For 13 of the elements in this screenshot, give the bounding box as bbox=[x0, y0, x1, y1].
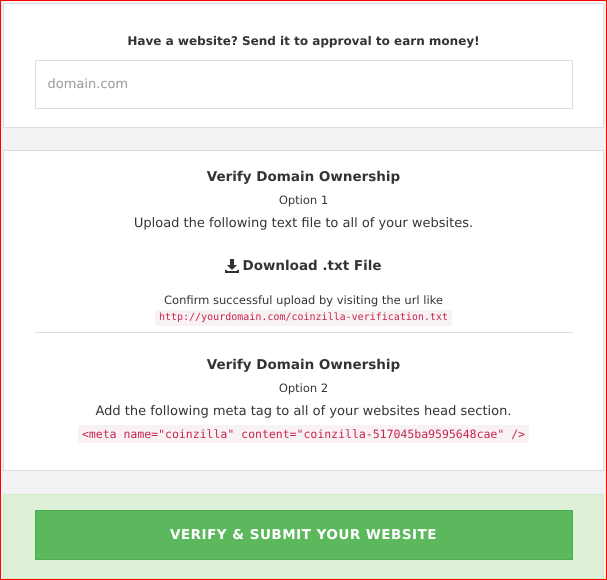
download-link[interactable]: Download .txt File bbox=[225, 256, 382, 276]
code-snippet: http://yourdomain.com/coinzilla-verification.txt bbox=[155, 310, 452, 326]
code-snippet: <meta name="coinzilla" content="coinzilla-517045ba9595648cae" /> bbox=[78, 425, 530, 443]
section-title: Verify Domain Ownership bbox=[206, 168, 400, 187]
domain-input-field[interactable]: domain.com bbox=[34, 60, 572, 109]
confirm-text: Confirm successful upload by visiting the url like bbox=[164, 292, 443, 308]
instruction-text: Add the following meta tag to all of your websites head section. bbox=[96, 403, 512, 421]
option-label: Option 1 bbox=[278, 192, 328, 209]
card-heading: Have a website? Send it to approval to earn money! bbox=[127, 33, 480, 50]
section-title: Verify Domain Ownership bbox=[206, 356, 400, 375]
download-icon bbox=[225, 259, 240, 273]
option-label: Option 2 bbox=[278, 380, 328, 397]
instruction-text: Upload the following text file to all of your websites. bbox=[134, 215, 474, 233]
